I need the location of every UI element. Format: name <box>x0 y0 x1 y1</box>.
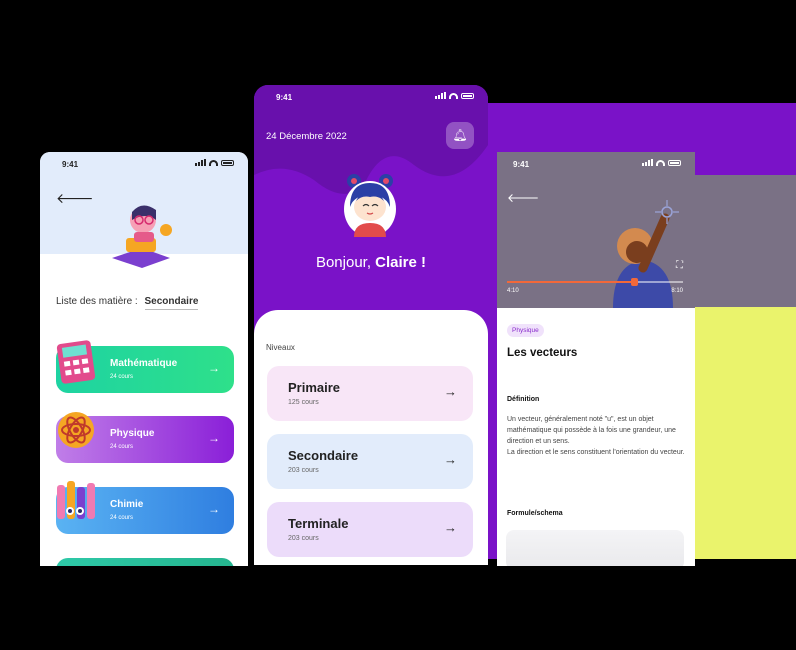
status-bar: 9:41 <box>40 152 248 172</box>
signal-icon <box>642 159 653 166</box>
current-date: 24 Décembre 2022 <box>266 131 347 142</box>
formula-schema-image <box>506 530 684 566</box>
definition-heading: Définition <box>507 396 540 403</box>
flask-icon <box>57 481 95 519</box>
battery-icon <box>221 159 234 166</box>
video-progress-bar[interactable] <box>507 281 683 283</box>
subject-card-physics[interactable]: Physique 24 cours → <box>56 412 234 463</box>
subject-count: 24 cours <box>110 374 134 380</box>
video-total-time: 8:10 <box>671 288 683 294</box>
level-count: 125 cours <box>288 399 319 406</box>
arrow-right-icon: → <box>208 431 220 445</box>
level-count: 203 cours <box>288 467 319 474</box>
lesson-screen: 9:41 🡐 ⛶ 4:10 8:10 Physique Les vecteurs… <box>497 152 695 566</box>
level-count: 203 cours <box>288 535 319 542</box>
video-current-time: 4:10 <box>507 288 519 294</box>
level-selector[interactable]: Secondaire <box>144 296 199 310</box>
wifi-icon <box>209 159 218 166</box>
atom-icon <box>58 412 94 448</box>
subject-name: Physique <box>110 428 155 439</box>
avatar <box>344 174 396 237</box>
video-backdrop-extension <box>695 175 796 308</box>
fullscreen-icon[interactable]: ⛶ <box>676 260 683 271</box>
wifi-icon <box>449 92 458 99</box>
back-arrow-icon[interactable]: 🡐 <box>56 190 94 207</box>
greeting: Bonjour, Claire ! <box>315 254 427 271</box>
calculator-icon <box>56 340 96 384</box>
subject-card-next[interactable] <box>56 558 234 566</box>
bell-icon[interactable]: 🔔︎ <box>446 122 474 149</box>
yellow-backdrop <box>695 307 796 559</box>
level-card-secondaire[interactable]: Secondaire 203 cours → <box>267 434 473 489</box>
arrow-right-icon: → <box>444 520 457 535</box>
arrow-right-icon: → <box>208 502 220 516</box>
arrow-right-icon: → <box>208 361 220 375</box>
subject-list-title: Liste des matière : Secondaire <box>56 296 199 310</box>
signal-icon <box>435 92 446 99</box>
subject-count: 24 cours <box>110 515 134 521</box>
subjects-screen: 9:41 🡐 Liste des matière : Secondaire Ma… <box>40 152 248 566</box>
back-arrow-icon[interactable]: 🡐 <box>507 190 539 205</box>
level-card-primaire[interactable]: Primaire 125 cours → <box>267 366 473 421</box>
status-time: 9:41 <box>276 93 293 102</box>
definition-text: Un vecteur, généralement noté "u", est u… <box>507 416 685 456</box>
formula-heading: Formule/schema <box>507 510 563 517</box>
subject-name: Chimie <box>110 499 144 510</box>
video-scrubber-handle[interactable] <box>631 278 638 286</box>
user-name: Claire ! <box>375 254 427 271</box>
section-label: Niveaux <box>266 343 295 352</box>
arrow-right-icon: → <box>444 384 457 399</box>
subject-count: 24 cours <box>110 444 134 450</box>
subject-tag: Physique <box>507 324 544 337</box>
status-bar: 9:41 <box>497 152 695 172</box>
level-name: Terminale <box>288 516 349 531</box>
signal-icon <box>195 159 206 166</box>
wifi-icon <box>656 159 665 166</box>
subject-card-math[interactable]: Mathématique 24 cours → <box>56 340 234 393</box>
level-name: Secondaire <box>288 448 359 463</box>
battery-icon <box>461 92 474 99</box>
subject-card-chemistry[interactable]: Chimie 24 cours → <box>56 481 234 534</box>
student-illustration <box>112 205 172 268</box>
status-time: 9:41 <box>62 160 79 169</box>
lesson-title: Les vecteurs <box>507 347 578 359</box>
level-name: Primaire <box>288 380 341 395</box>
subject-name: Mathématique <box>110 358 178 369</box>
level-card-terminale[interactable]: Terminale 203 cours → <box>267 502 473 557</box>
home-screen: 9:41 24 Décembre 2022 🔔︎ Bonjour, Claire… <box>254 85 488 565</box>
battery-icon <box>668 159 681 166</box>
status-time: 9:41 <box>513 160 530 169</box>
video-progress-fill <box>507 281 634 283</box>
status-bar: 9:41 <box>254 85 488 105</box>
arrow-right-icon: → <box>444 452 457 467</box>
